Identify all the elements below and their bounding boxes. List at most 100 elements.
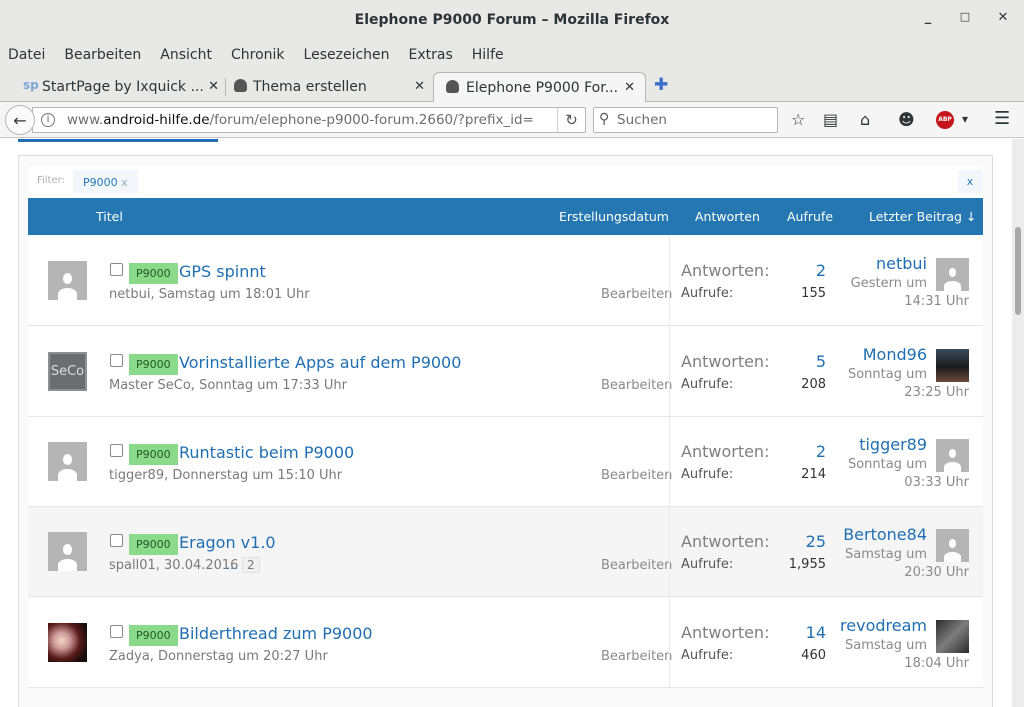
- page-scrollbar[interactable]: [1012, 139, 1024, 707]
- thread-checkbox[interactable]: [110, 263, 123, 276]
- filter-value: P9000: [83, 176, 118, 189]
- prefix-badge[interactable]: P9000: [129, 354, 178, 375]
- thread-title[interactable]: Runtastic beim P9000: [179, 443, 354, 462]
- last-post-user[interactable]: tigger89: [859, 435, 927, 454]
- close-tab-icon[interactable]: ✕: [624, 80, 635, 95]
- avatar[interactable]: SeCo: [48, 352, 87, 391]
- thread-row: SeCo P9000 Vorinstallierte Apps auf dem …: [28, 327, 983, 417]
- menu-bearbeiten[interactable]: Bearbeiten: [64, 47, 141, 63]
- avatar-small[interactable]: [936, 620, 969, 653]
- close-tab-icon[interactable]: ✕: [208, 79, 219, 94]
- menu-datei[interactable]: Datei: [8, 47, 45, 63]
- thread-checkbox[interactable]: [110, 534, 123, 547]
- last-post-user[interactable]: Mond96: [863, 345, 927, 364]
- stats-divider: [669, 598, 670, 688]
- prefix-badge[interactable]: P9000: [129, 444, 178, 465]
- avatar-small[interactable]: [936, 439, 969, 472]
- tab-thema-erstellen[interactable]: Thema erstellen ✕: [229, 72, 429, 102]
- tab-startpage[interactable]: sp StartPage by Ixquick ... ✕: [18, 72, 223, 102]
- emoji-icon[interactable]: ☻: [898, 110, 915, 129]
- views-count: 214: [801, 467, 826, 482]
- menu-extras[interactable]: Extras: [409, 47, 453, 63]
- user-icon: [56, 272, 79, 300]
- close-window-button[interactable]: ✕: [993, 10, 1013, 30]
- prefix-badge[interactable]: P9000: [129, 625, 178, 646]
- avatar[interactable]: [48, 442, 87, 481]
- edit-link[interactable]: Bearbeiten: [601, 468, 672, 483]
- col-last-post[interactable]: Letzter Beitrag ↓: [869, 209, 976, 224]
- views-count: 460: [801, 648, 826, 663]
- edit-link[interactable]: Bearbeiten: [601, 558, 672, 573]
- avatar-small[interactable]: [936, 529, 969, 562]
- edit-link[interactable]: Bearbeiten: [601, 378, 672, 393]
- page-content: Filter: P9000 x x Titel Erstellungsdatum…: [0, 139, 1012, 707]
- close-tab-icon[interactable]: ✕: [414, 79, 425, 94]
- edit-link[interactable]: Bearbeiten: [601, 287, 672, 302]
- prefix-badge[interactable]: P9000: [129, 263, 178, 284]
- filter-chip[interactable]: P9000 x: [73, 170, 138, 193]
- last-post-user[interactable]: netbui: [876, 254, 927, 273]
- edit-link[interactable]: Bearbeiten: [601, 649, 672, 664]
- last-post-user[interactable]: revodream: [840, 616, 927, 635]
- menu-hilfe[interactable]: Hilfe: [472, 47, 504, 63]
- menu-lesezeichen[interactable]: Lesezeichen: [304, 47, 390, 63]
- last-post-user[interactable]: Bertone84: [843, 525, 927, 544]
- avatar-small[interactable]: [936, 349, 969, 382]
- thread-checkbox[interactable]: [110, 625, 123, 638]
- tab-elephone-forum[interactable]: Elephone P9000 For... ✕: [433, 72, 646, 102]
- tab-label: Elephone P9000 For...: [466, 79, 619, 96]
- avatar[interactable]: [48, 623, 87, 662]
- thread-title[interactable]: GPS spinnt: [179, 262, 266, 281]
- info-icon[interactable]: i: [41, 113, 55, 127]
- thread-row: P9000 Eragon v1.0 spall01, 30.04.2016 … 2…: [28, 507, 983, 597]
- adblock-icon[interactable]: ABP: [936, 111, 954, 129]
- thread-title[interactable]: Eragon v1.0: [179, 533, 276, 552]
- replies-count: 5: [815, 352, 826, 371]
- minimize-button[interactable]: _: [918, 10, 938, 30]
- maximize-button[interactable]: □: [955, 10, 975, 30]
- thread-checkbox[interactable]: [110, 354, 123, 367]
- prefix-badge[interactable]: P9000: [129, 534, 178, 555]
- col-created[interactable]: Erstellungsdatum: [559, 209, 669, 224]
- user-icon: [56, 453, 79, 481]
- col-views[interactable]: Aufrufe: [787, 209, 833, 224]
- scrollbar-thumb[interactable]: [1015, 227, 1021, 315]
- hamburger-menu-icon[interactable]: ☰: [994, 108, 1010, 129]
- new-tab-button[interactable]: ✚: [654, 75, 668, 95]
- replies-count: 14: [805, 623, 826, 642]
- avatar-small[interactable]: [936, 258, 969, 291]
- url-bar[interactable]: i www. android-hilfe.de/forum/elephone-p9…: [32, 107, 586, 133]
- bookmarks-list-icon[interactable]: ▤: [823, 110, 838, 129]
- tab-label: StartPage by Ixquick ...: [42, 79, 204, 95]
- filter-clear-button[interactable]: x: [958, 170, 982, 193]
- filter-remove[interactable]: x: [121, 176, 128, 189]
- home-icon[interactable]: ⌂: [860, 110, 870, 129]
- thread-meta: Master SeCo, Sonntag um 17:33 Uhr: [109, 378, 347, 393]
- back-arrow-icon: ←: [13, 110, 27, 130]
- search-input[interactable]: ⚲ Suchen: [593, 107, 778, 133]
- replies-count: 2: [815, 261, 826, 280]
- thread-row: P9000 Bilderthread zum P9000 Zadya, Donn…: [28, 598, 983, 688]
- reload-icon[interactable]: ↻: [557, 108, 585, 132]
- url-prefix: www.: [67, 112, 104, 128]
- last-post-date-time: 18:04 Uhr: [904, 656, 969, 671]
- thread-pages: … 2: [226, 557, 260, 573]
- thread-title[interactable]: Vorinstallierte Apps auf dem P9000: [179, 353, 461, 372]
- url-domain: android-hilfe.de: [103, 112, 210, 128]
- menu-chronik[interactable]: Chronik: [231, 47, 285, 63]
- user-icon: [56, 543, 79, 571]
- thread-title[interactable]: Bilderthread zum P9000: [179, 624, 373, 643]
- avatar[interactable]: [48, 532, 87, 571]
- bookmark-star-icon[interactable]: ☆: [791, 110, 805, 129]
- thread-checkbox[interactable]: [110, 444, 123, 457]
- navigation-bar: i www. android-hilfe.de/forum/elephone-p9…: [0, 102, 1024, 138]
- page-link[interactable]: 2: [242, 557, 260, 573]
- avatar[interactable]: [48, 261, 87, 300]
- chevron-down-icon[interactable]: ▾: [962, 112, 968, 126]
- col-title[interactable]: Titel: [96, 209, 123, 224]
- android-icon: [234, 79, 247, 92]
- back-button[interactable]: ←: [5, 105, 35, 135]
- col-replies[interactable]: Antworten: [695, 209, 760, 224]
- menu-ansicht[interactable]: Ansicht: [160, 47, 212, 63]
- pages-ellipsis[interactable]: …: [226, 558, 238, 572]
